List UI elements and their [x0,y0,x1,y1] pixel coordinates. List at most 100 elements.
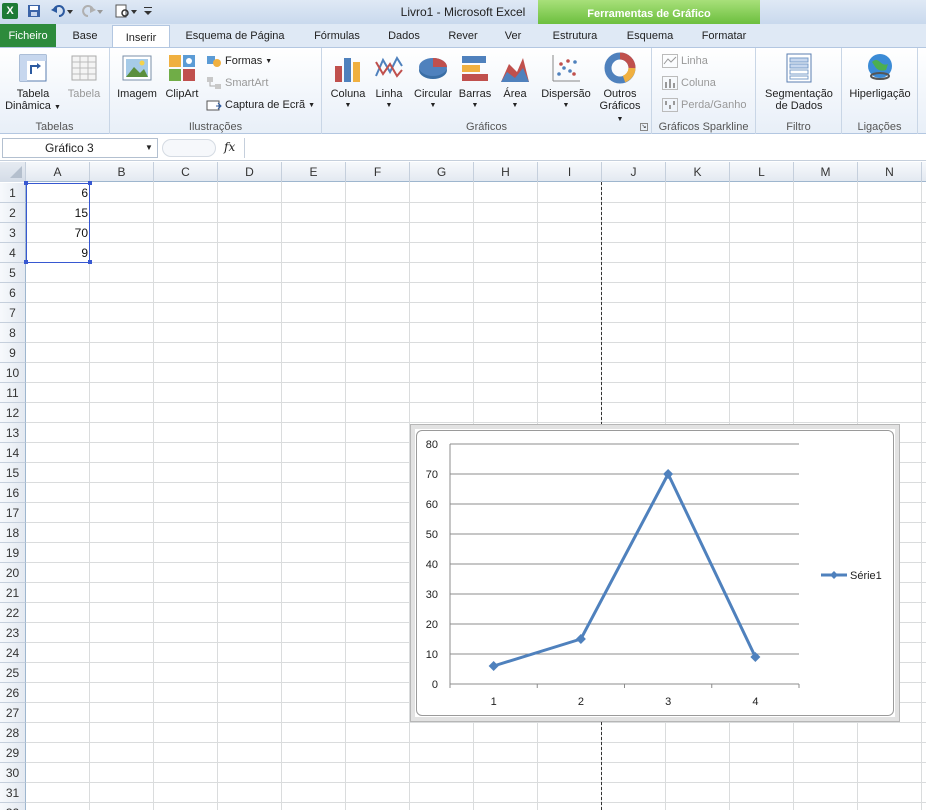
pie-chart-button[interactable]: Circular ▼ [410,52,456,112]
formula-input[interactable] [244,138,926,158]
row-header-4[interactable]: 4 [0,243,26,263]
row-header-28[interactable]: 28 [0,723,26,743]
grid-column-line [281,182,282,810]
row-header-27[interactable]: 27 [0,703,26,723]
tab-layout[interactable]: Esquema [618,24,682,48]
tab-file[interactable]: Ficheiro [0,24,56,48]
column-header-L[interactable]: L [730,162,794,182]
row-header-17[interactable]: 17 [0,503,26,523]
row-header-15[interactable]: 15 [0,463,26,483]
row-header-10[interactable]: 10 [0,363,26,383]
row-header-21[interactable]: 21 [0,583,26,603]
grid-column-line [89,182,90,810]
screenshot-button[interactable]: Captura de Ecrã ▼ [206,96,315,114]
tab-review[interactable]: Rever [438,24,488,48]
range-handle[interactable] [88,181,92,185]
grid-row-line [26,802,926,803]
scatter-chart-button[interactable]: Dispersão ▼ [538,52,594,112]
column-header-C[interactable]: C [154,162,218,182]
row-header-30[interactable]: 30 [0,763,26,783]
tab-home[interactable]: Base [62,24,108,48]
sparkline-line-button[interactable]: Linha [662,52,708,70]
tab-format[interactable]: Formatar [690,24,758,48]
formula-bar-expander[interactable] [162,139,216,157]
tab-page-layout[interactable]: Esquema de Página [176,24,294,48]
group-sparklines: Linha Coluna Perda/Ganho Gráficos Sparkl… [652,48,756,134]
row-header-11[interactable]: 11 [0,383,26,403]
picture-label: Imagem [117,88,157,100]
column-header-N[interactable]: N [858,162,922,182]
column-header-J[interactable]: J [602,162,666,182]
grid-column-line [921,182,922,810]
sparkline-column-button[interactable]: Coluna [662,74,716,92]
column-header-F[interactable]: F [346,162,410,182]
grid-row-line [26,762,926,763]
column-header-D[interactable]: D [218,162,282,182]
row-header-6[interactable]: 6 [0,283,26,303]
range-handle[interactable] [24,260,28,264]
line-chart-icon [373,52,405,84]
grid-row-line [26,782,926,783]
grid-row-line [26,262,926,263]
row-header-2[interactable]: 2 [0,203,26,223]
smartart-label: SmartArt [225,77,269,89]
shapes-button[interactable]: Formas ▼ [206,52,272,70]
row-header-5[interactable]: 5 [0,263,26,283]
row-header-32[interactable]: 32 [0,803,26,810]
column-header-A[interactable]: A [26,162,90,182]
column-header-E[interactable]: E [282,162,346,182]
row-header-25[interactable]: 25 [0,663,26,683]
row-header-31[interactable]: 31 [0,783,26,803]
tab-insert[interactable]: Inserir [112,25,170,49]
dialog-launcher-icon[interactable]: ↘ [640,123,648,131]
row-header-26[interactable]: 26 [0,683,26,703]
row-header-29[interactable]: 29 [0,743,26,763]
row-header-19[interactable]: 19 [0,543,26,563]
row-header-3[interactable]: 3 [0,223,26,243]
row-header-20[interactable]: 20 [0,563,26,583]
range-handle[interactable] [88,260,92,264]
row-header-14[interactable]: 14 [0,443,26,463]
table-button[interactable]: Tabela [64,52,104,100]
picture-button[interactable]: Imagem [114,52,160,100]
column-header-I[interactable]: I [538,162,602,182]
column-header-M[interactable]: M [794,162,858,182]
row-header-12[interactable]: 12 [0,403,26,423]
row-header-16[interactable]: 16 [0,483,26,503]
tab-design[interactable]: Estrutura [542,24,608,48]
insert-function-icon[interactable]: fx [224,140,235,154]
range-handle[interactable] [24,181,28,185]
column-header-H[interactable]: H [474,162,538,182]
pivot-table-button[interactable]: Tabela Dinâmica ▼ [4,52,62,114]
smartart-button[interactable]: SmartArt [206,74,268,92]
row-header-8[interactable]: 8 [0,323,26,343]
row-header-22[interactable]: 22 [0,603,26,623]
line-chart-button[interactable]: Linha ▼ [370,52,408,112]
name-box-dropdown-icon[interactable]: ▼ [145,143,153,152]
row-header-24[interactable]: 24 [0,643,26,663]
row-header-9[interactable]: 9 [0,343,26,363]
sparkline-winloss-button[interactable]: Perda/Ganho [662,96,746,114]
tab-data[interactable]: Dados [380,24,428,48]
row-header-23[interactable]: 23 [0,623,26,643]
area-chart-button[interactable]: Área ▼ [496,52,534,112]
bar-chart-button[interactable]: Barras ▼ [456,52,494,112]
slicer-button[interactable]: Segmentação de Dados [760,52,838,112]
tab-formulas[interactable]: Fórmulas [304,24,370,48]
tab-view[interactable]: Ver [496,24,530,48]
other-charts-button[interactable]: Outros Gráficos ▼ [596,52,644,126]
column-header-G[interactable]: G [410,162,474,182]
row-header-1[interactable]: 1 [0,183,26,203]
row-header-13[interactable]: 13 [0,423,26,443]
column-header-B[interactable]: B [90,162,154,182]
row-header-7[interactable]: 7 [0,303,26,323]
series-line [493,472,757,668]
column-chart-button[interactable]: Coluna ▼ [326,52,370,112]
hyperlink-button[interactable]: Hiperligação [844,52,916,100]
row-header-18[interactable]: 18 [0,523,26,543]
column-header-K[interactable]: K [666,162,730,182]
select-all-corner[interactable] [0,162,26,182]
name-box[interactable]: Gráfico 3 [2,138,158,158]
chart-object[interactable]: 0 10 20 30 40 50 60 70 80 1 2 3 4 Série1 [410,424,900,722]
clipart-button[interactable]: ClipArt [162,52,202,100]
